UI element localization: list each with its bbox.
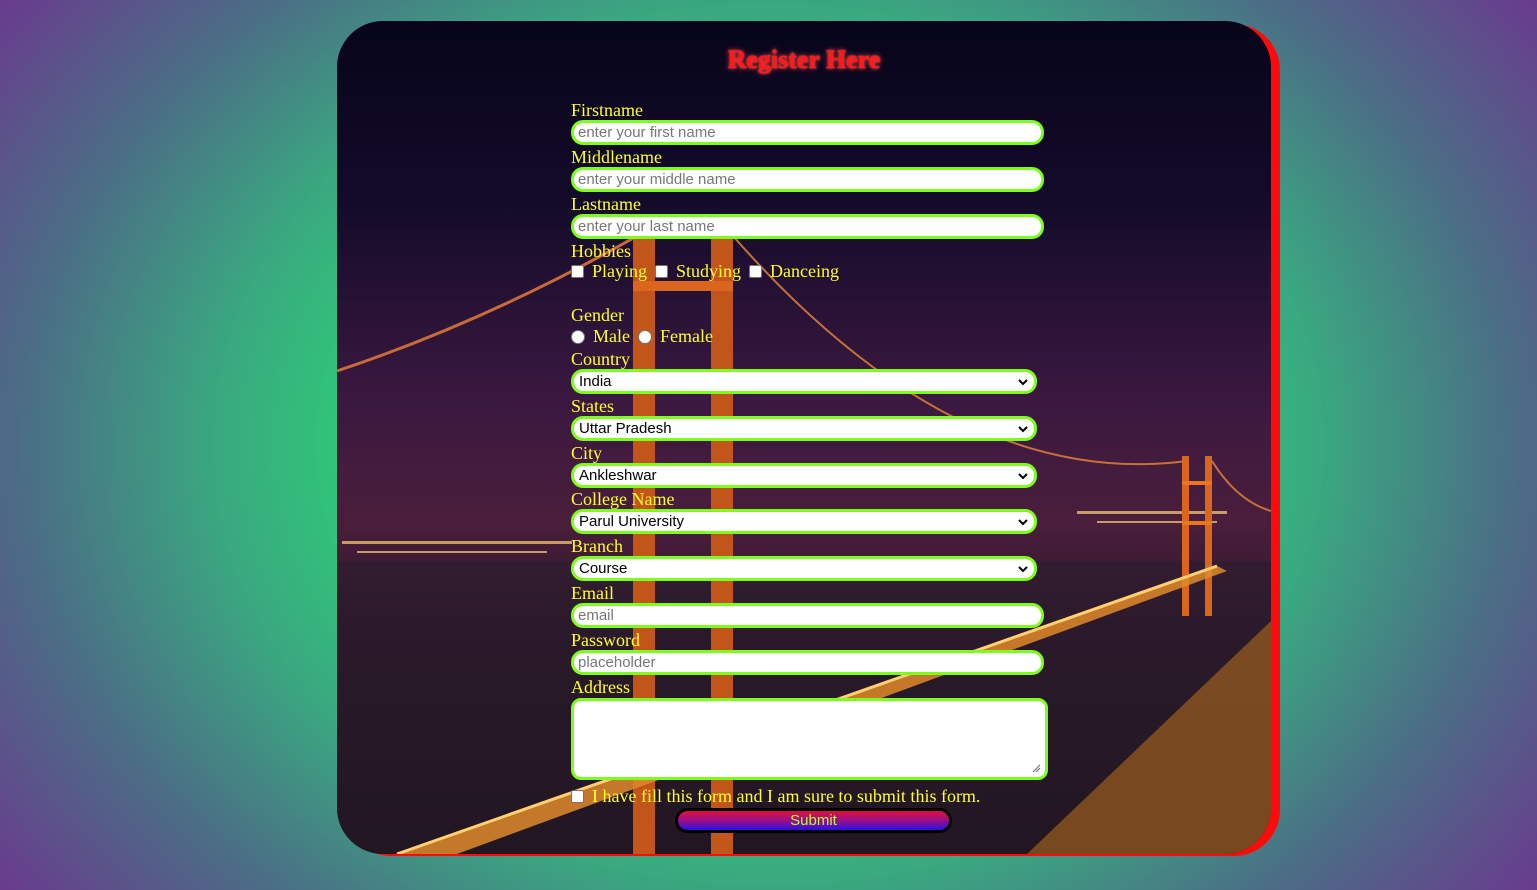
middlename-input[interactable] xyxy=(571,167,1044,192)
college-select[interactable]: Parul University xyxy=(571,509,1037,534)
country-select[interactable]: India xyxy=(571,369,1037,394)
middlename-label: Middlename xyxy=(571,147,662,167)
chevron-down-icon xyxy=(1018,518,1028,525)
hobbies-label: Hobbies xyxy=(571,241,631,261)
gender-male-radio[interactable] xyxy=(571,329,585,344)
resize-grip-icon[interactable] xyxy=(1032,764,1041,773)
firstname-label: Firstname xyxy=(571,100,643,120)
branch-value: Course xyxy=(579,560,628,577)
hobby-studying-checkbox[interactable] xyxy=(655,265,669,278)
lastname-label: Lastname xyxy=(571,194,641,214)
country-value: India xyxy=(579,373,612,390)
page-title: Register Here xyxy=(727,45,881,74)
college-value: Parul University xyxy=(579,513,685,530)
agree-label: I have fill this form and I am sure to s… xyxy=(592,786,981,806)
gender-male-label: Male xyxy=(593,326,630,346)
states-value: Uttar Pradesh xyxy=(579,420,672,437)
gender-options: Male Female xyxy=(571,326,721,347)
gender-female-label: Female xyxy=(659,326,713,346)
gender-female-radio[interactable] xyxy=(637,329,652,344)
chevron-down-icon xyxy=(1018,565,1028,572)
password-label: Password xyxy=(571,630,641,650)
college-label: College Name xyxy=(571,489,675,509)
branch-select[interactable]: Course xyxy=(571,556,1037,581)
branch-label: Branch xyxy=(571,536,623,556)
states-select[interactable]: Uttar Pradesh xyxy=(571,416,1037,441)
city-label: City xyxy=(571,443,603,463)
hobby-danceing-label: Danceing xyxy=(770,261,839,281)
city-value: Ankleshwar xyxy=(579,467,657,484)
email-input[interactable] xyxy=(571,603,1044,628)
hobby-danceing-checkbox[interactable] xyxy=(749,265,763,278)
hobby-playing-label: Playing xyxy=(592,261,648,281)
registration-card: Register Here Firstname Middlename Lastn… xyxy=(337,21,1271,854)
gender-label: Gender xyxy=(571,305,624,325)
agree-row: I have fill this form and I am sure to s… xyxy=(571,786,980,807)
hobbies-options: Playing Studying Danceing xyxy=(571,261,847,282)
agree-checkbox[interactable] xyxy=(571,790,584,803)
submit-button[interactable]: Submit xyxy=(675,808,952,833)
country-label: Country xyxy=(571,349,631,369)
city-select[interactable]: Ankleshwar xyxy=(571,463,1037,488)
password-input[interactable] xyxy=(571,650,1044,675)
address-textarea[interactable] xyxy=(571,698,1048,780)
chevron-down-icon xyxy=(1018,425,1028,432)
hobby-studying-label: Studying xyxy=(676,261,742,281)
firstname-input[interactable] xyxy=(571,120,1044,145)
email-label: Email xyxy=(571,583,614,603)
lastname-input[interactable] xyxy=(571,214,1044,239)
states-label: States xyxy=(571,396,614,416)
hobby-playing-checkbox[interactable] xyxy=(571,265,584,278)
chevron-down-icon xyxy=(1018,472,1028,479)
address-label: Address xyxy=(571,677,630,697)
chevron-down-icon xyxy=(1018,378,1028,385)
